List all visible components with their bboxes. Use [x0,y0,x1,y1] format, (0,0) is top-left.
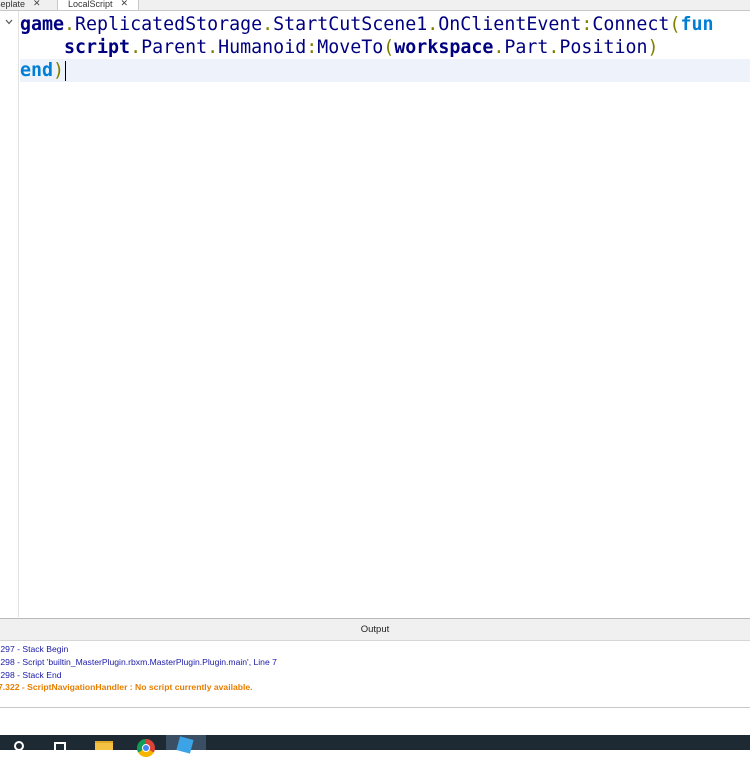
code-line-3[interactable]: end) [20,59,750,82]
token-game: game [20,14,65,35]
output-panel: Output .297 - Stack Begin .298 - Script … [0,618,750,709]
token-dot: . [427,14,439,35]
token-dot: . [493,37,505,58]
close-icon[interactable]: ✕ [33,0,41,9]
tab-baseplate[interactable]: seplate ✕ [0,0,54,10]
chrome-icon[interactable] [137,739,155,757]
token-moveto: MoveTo [317,37,384,58]
editor-gutter [0,11,19,617]
token-function-keyword: fun [680,14,714,35]
studio-logo [176,736,194,754]
token-close-paren: ) [53,60,65,81]
roblox-studio-icon[interactable] [166,735,206,754]
token-workspace: workspace [394,37,494,58]
task-view-icon[interactable] [54,742,66,750]
token-open-paren: ( [669,14,681,35]
chrome-center [142,744,150,752]
output-log-line[interactable]: .298 - Script 'builtin_MasterPlugin.rbxm… [0,656,277,668]
token-colon: : [306,37,318,58]
token-dot: . [207,37,219,58]
token-open-paren: ( [383,37,395,58]
tab-localscript[interactable]: LocalScript ✕ [57,0,139,10]
token-parent: Parent [141,37,208,58]
token-onclientevent: OnClientEvent [438,14,582,35]
tab-bar: seplate ✕ LocalScript ✕ [0,0,750,11]
tab-label: seplate [0,0,26,9]
code-line-1[interactable]: game.ReplicatedStorage.StartCutScene1.On… [20,13,750,36]
output-warning-line[interactable]: 7.322 - ScriptNavigationHandler : No scr… [0,681,253,693]
token-humanoid: Humanoid [218,37,307,58]
token-end-keyword: end [20,60,54,81]
token-close-paren: ) [647,37,659,58]
token-dot: . [130,37,142,58]
divider [0,707,750,708]
tab-label: LocalScript [68,0,113,9]
token-replicatedstorage: ReplicatedStorage [75,14,263,35]
token-dot: . [64,14,76,35]
token-position: Position [559,37,648,58]
close-icon[interactable]: ✕ [121,0,129,9]
script-editor[interactable]: game.ReplicatedStorage.StartCutScene1.On… [0,11,750,617]
token-part: Part [504,37,549,58]
token-dot: . [262,14,274,35]
output-log-line[interactable]: .298 - Stack End [0,669,62,681]
output-title: Output [360,624,390,635]
code-line-2[interactable]: script.Parent.Humanoid:MoveTo(workspace.… [20,36,750,59]
token-colon: : [581,14,593,35]
file-explorer-icon[interactable] [95,741,113,750]
token-dot: . [548,37,560,58]
token-script: script [64,37,131,58]
fold-chevron-down-icon[interactable] [4,17,14,27]
windows-taskbar [0,735,750,757]
output-log-line[interactable]: .297 - Stack Begin [0,643,68,655]
token-startcutscene1: StartCutScene1 [273,14,428,35]
output-panel-header[interactable]: Output [0,619,750,641]
command-bar-area [0,709,750,735]
text-caret [65,61,67,81]
token-connect: Connect [592,14,670,35]
